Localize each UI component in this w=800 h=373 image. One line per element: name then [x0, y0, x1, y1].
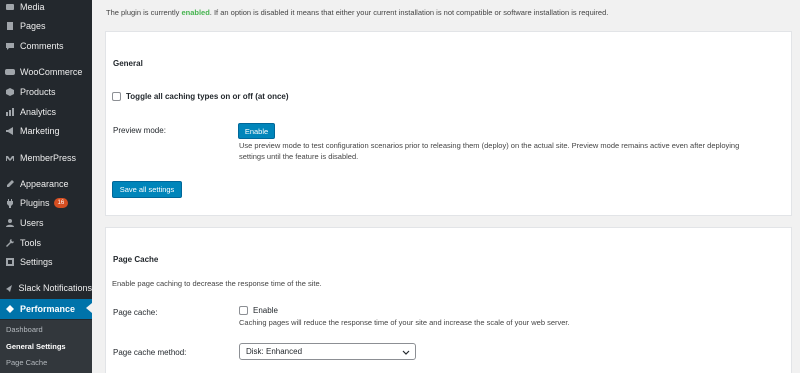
- status-enabled: enabled: [181, 8, 210, 17]
- sidebar-item-label: Pages: [20, 21, 46, 31]
- page-cache-title: Page Cache: [113, 255, 159, 264]
- plugins-update-badge: 16: [53, 198, 69, 208]
- sidebar-item-appearance[interactable]: Appearance: [0, 175, 92, 193]
- woocommerce-icon: [0, 67, 20, 77]
- sidebar-item-slack-notifications[interactable]: Slack Notifications: [0, 279, 92, 297]
- sidebar-item-label: Settings: [20, 257, 53, 267]
- performance-submenu: Dashboard General Settings Page Cache: [0, 320, 92, 373]
- page-cache-method-value: Disk: Enhanced: [246, 347, 303, 356]
- preview-enable-button[interactable]: Enable: [238, 123, 275, 139]
- page-cache-intro: Enable page caching to decrease the resp…: [112, 279, 322, 288]
- slack-icon: [0, 283, 18, 293]
- save-all-settings-button[interactable]: Save all settings: [112, 181, 182, 198]
- sidebar-item-label: Plugins: [20, 198, 50, 208]
- sidebar-item-label: Media: [20, 2, 45, 12]
- preview-mode-label: Preview mode:: [113, 126, 166, 135]
- analytics-icon: [0, 107, 20, 117]
- sidebar-item-label: MemberPress: [20, 153, 77, 163]
- sidebar-item-media[interactable]: Media: [0, 0, 92, 16]
- marketing-icon: [0, 126, 20, 136]
- sidebar-item-users[interactable]: Users: [0, 214, 92, 232]
- sidebar-item-performance[interactable]: Performance: [0, 299, 92, 319]
- tools-icon: [0, 238, 20, 248]
- appearance-icon: [0, 179, 20, 189]
- sidebar-item-label: Products: [20, 87, 56, 97]
- comments-icon: [0, 41, 20, 51]
- sidebar-item-label: Analytics: [20, 107, 57, 117]
- general-title: General: [113, 59, 143, 68]
- preview-description-line2: settings until the feature is disabled.: [239, 152, 359, 161]
- preview-description-line1: Use preview mode to test configuration s…: [239, 141, 740, 150]
- general-panel: General Toggle all caching types on or o…: [105, 31, 792, 216]
- sidebar-item-label: Slack Notifications: [18, 283, 92, 293]
- page-cache-panel: Page Cache Enable page caching to decrea…: [105, 227, 792, 373]
- notice-suffix: . If an option is disabled it means that…: [209, 8, 609, 17]
- sidebar-item-woocommerce[interactable]: WooCommerce: [0, 63, 92, 81]
- submenu-item-general-settings[interactable]: General Settings: [6, 342, 66, 351]
- sidebar-item-label: Users: [20, 218, 44, 228]
- sidebar-item-products[interactable]: Products: [0, 83, 92, 101]
- plugin-status-notice: The plugin is currently enabled. If an o…: [106, 8, 608, 17]
- page-cache-enable-label: Enable: [253, 306, 278, 315]
- sidebar-item-marketing[interactable]: Marketing: [0, 122, 92, 140]
- sidebar-item-tools[interactable]: Tools: [0, 234, 92, 252]
- notice-prefix: The plugin is currently: [106, 8, 182, 17]
- page-cache-method-label: Page cache method:: [113, 348, 187, 357]
- performance-icon: [0, 304, 20, 314]
- chevron-down-icon: [402, 350, 410, 355]
- sidebar-item-pages[interactable]: Pages: [0, 17, 92, 35]
- page-cache-method-select[interactable]: Disk: Enhanced: [239, 343, 416, 360]
- submenu-item-page-cache[interactable]: Page Cache: [6, 358, 47, 367]
- sidebar-item-label: Comments: [20, 41, 64, 51]
- sidebar-item-comments[interactable]: Comments: [0, 37, 92, 55]
- sidebar-item-settings[interactable]: Settings: [0, 253, 92, 271]
- plugins-icon: [0, 198, 20, 208]
- media-icon: [0, 2, 20, 12]
- toggle-all-caching-checkbox[interactable]: [112, 92, 121, 101]
- admin-sidebar: Media Pages Comments WooCommerce Product…: [0, 0, 92, 373]
- sidebar-item-plugins[interactable]: Plugins 16: [0, 194, 92, 212]
- sidebar-item-label: Performance: [20, 304, 76, 314]
- memberpress-icon: [0, 153, 20, 163]
- page-cache-enable-checkbox[interactable]: [239, 306, 248, 315]
- sidebar-item-label: WooCommerce: [20, 67, 83, 77]
- pages-icon: [0, 21, 20, 31]
- sidebar-item-analytics[interactable]: Analytics: [0, 103, 92, 121]
- sidebar-item-label: Tools: [20, 238, 42, 248]
- page-cache-label: Page cache:: [113, 308, 158, 317]
- submenu-item-dashboard[interactable]: Dashboard: [6, 325, 43, 334]
- toggle-all-caching-label: Toggle all caching types on or off (at o…: [126, 92, 289, 101]
- sidebar-item-label: Marketing: [20, 126, 60, 136]
- sidebar-item-label: Appearance: [20, 179, 69, 189]
- users-icon: [0, 218, 20, 228]
- sidebar-item-memberpress[interactable]: MemberPress: [0, 149, 92, 167]
- page-cache-description: Caching pages will reduce the response t…: [239, 318, 570, 327]
- products-icon: [0, 87, 20, 97]
- settings-icon: [0, 257, 20, 267]
